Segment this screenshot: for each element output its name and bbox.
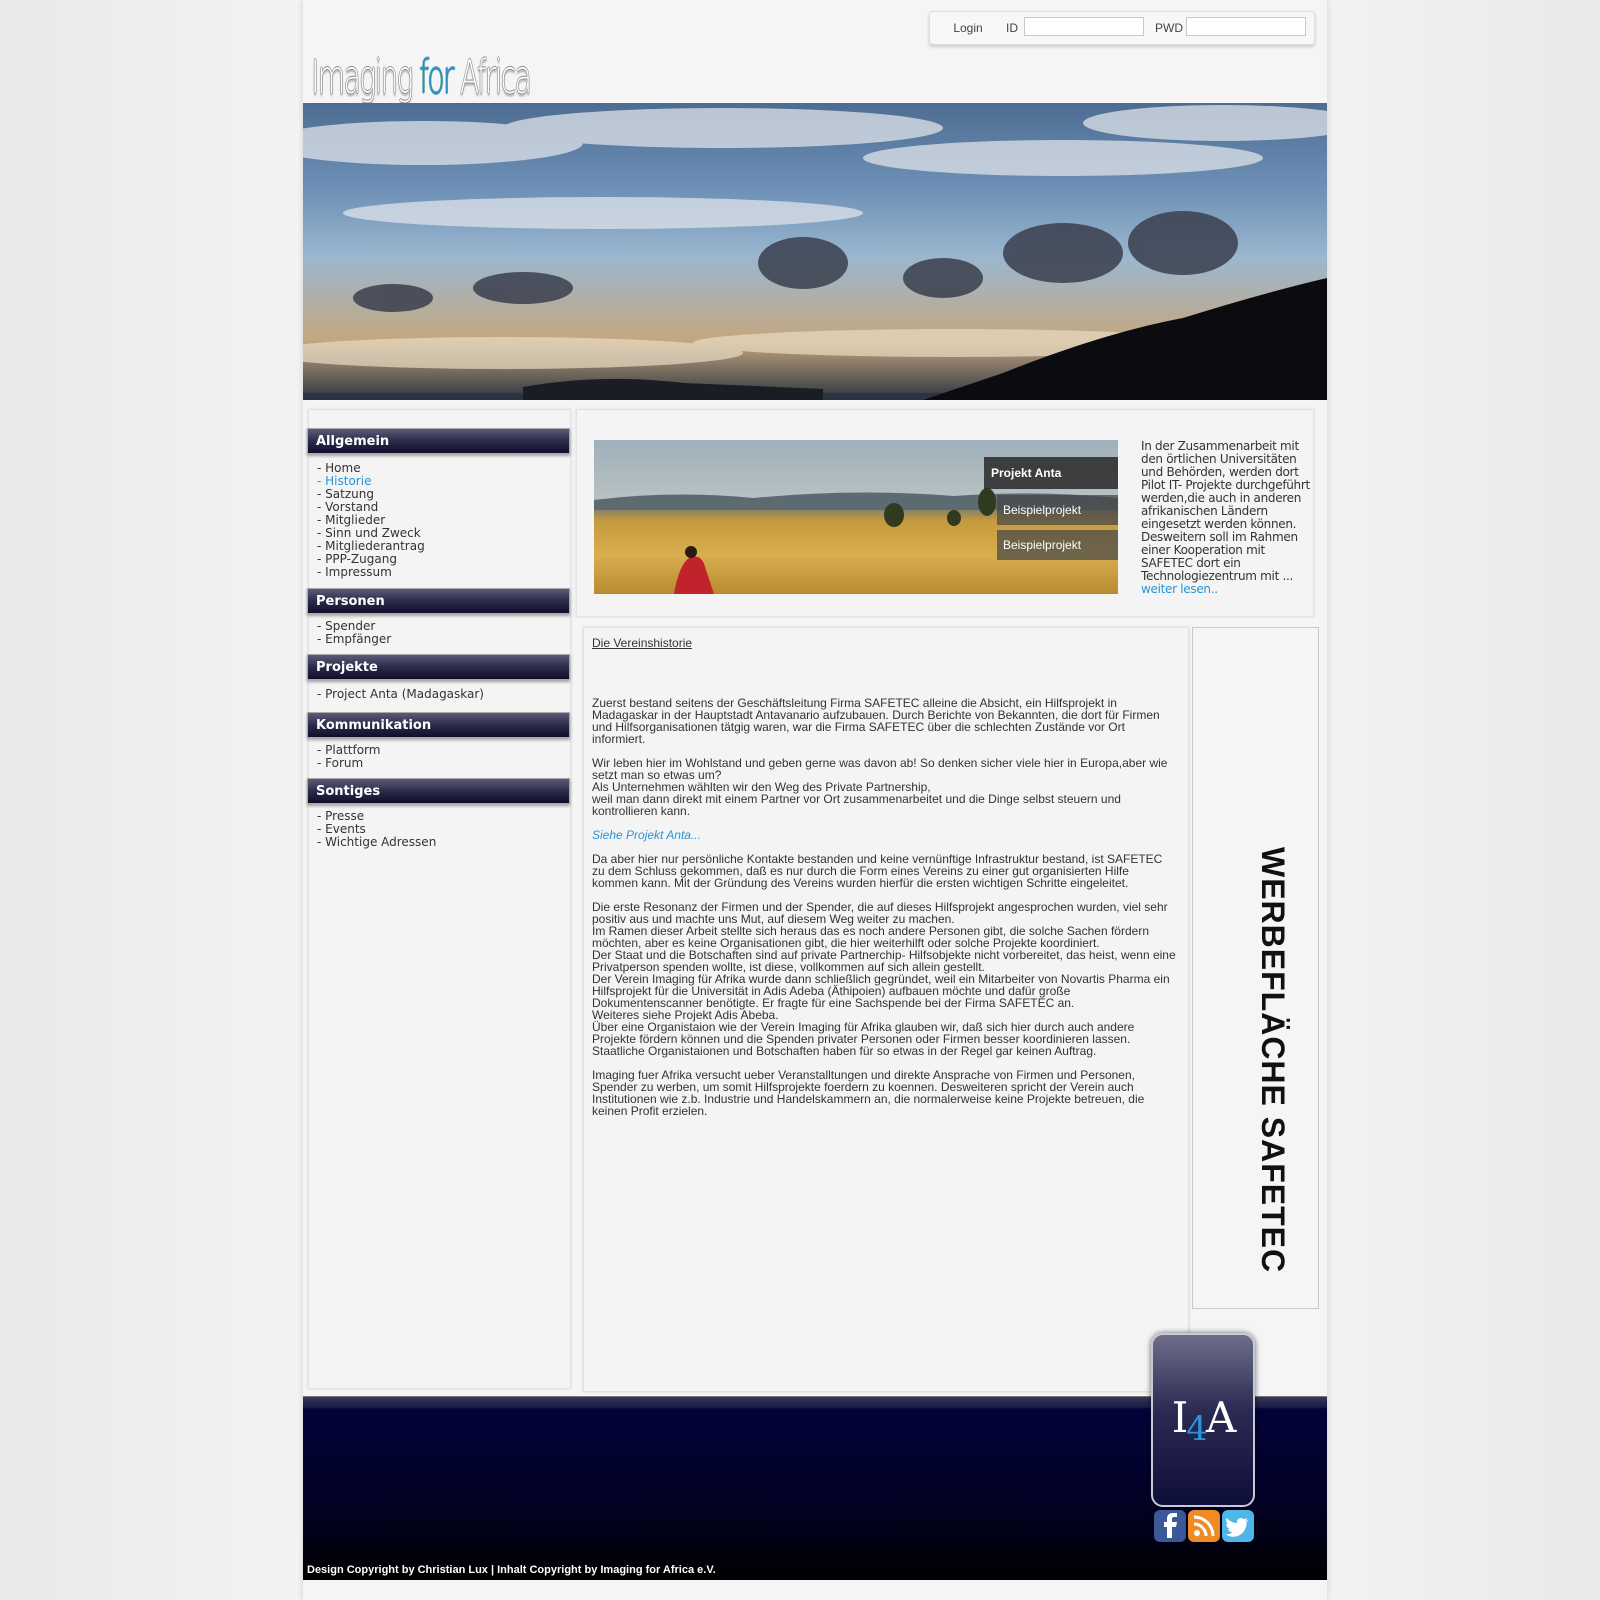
nav-list-sonstiges: - Presse - Events - Wichtige Adressen [317,810,436,849]
nav-section-kommunikation: Kommunikation [307,712,570,738]
pwd-label: PWD [1155,21,1183,35]
password-field[interactable] [1186,17,1306,36]
nav-item-forum[interactable]: - Forum [317,757,380,770]
article-body: Zuerst bestand seitens der Geschäftsleit… [592,697,1176,1129]
header-banner-image [303,103,1327,400]
facebook-icon[interactable] [1154,1510,1186,1542]
nav-list-kommunikation: - Plattform - Forum [317,744,380,770]
badge-letter-a: A [1205,1393,1236,1442]
paragraph-4: Die erste Resonanz der Firmen und der Sp… [592,901,1176,1057]
i4a-logo-badge: I4A [1151,1333,1255,1507]
ad-text: WERBEFLÄCHE SAFETEC [1255,847,1291,1274]
nav-list-projekte: - Project Anta (Madagaskar) [317,688,484,701]
nav-section-personen: Personen [307,588,570,614]
featured-project-panel: Projekt Anta Beispielprojekt Beispielpro… [576,409,1314,617]
login-box: Login ID PWD [929,11,1315,45]
id-label: ID [1006,21,1018,35]
featured-project-summary: In der Zusammenarbeit mit den örtlichen … [1141,440,1311,596]
featured-summary-text: In der Zusammenarbeit mit den örtlichen … [1141,439,1310,583]
nav-item-impressum[interactable]: - Impressum [317,566,425,579]
projekt-anta-link[interactable]: Siehe Projekt Anta... [592,828,701,842]
logo-text-africa: Africa [452,50,532,104]
paragraph-4-line-7: Staatliche Organistaionen und Botschafte… [592,1044,1097,1058]
tab-beispielprojekt-1[interactable]: Beispielprojekt [997,495,1118,525]
tab-beispielprojekt-2[interactable]: Beispielprojekt [997,530,1118,560]
nav-section-projekte: Projekte [307,654,570,680]
sidebar: Allgemein - Home - Historie - Satzung - … [307,409,571,1389]
paragraph-4-line-3: Der Staat und die Botschaften sind auf p… [592,948,1176,974]
nav-list-personen: - Spender - Empfänger [317,620,391,646]
paragraph-2-line-1: Wir leben hier im Wohlstand und geben ge… [592,756,1168,782]
page-title: Die Vereinshistorie [592,636,693,650]
id-field[interactable] [1024,17,1144,36]
paragraph-4-line-6: Über eine Organistaion wie der Verein Im… [592,1020,1135,1046]
badge-digit-4: 4 [1186,1409,1208,1449]
site-logo[interactable]: Imaging for Africa [311,50,532,104]
paragraph-2-line-3: weil man dann direkt mit einem Partner v… [592,792,1121,818]
i4a-logo-mark: I4A [1153,1393,1253,1449]
featured-project-image[interactable]: Projekt Anta Beispielprojekt Beispielpro… [594,440,1118,594]
nav-list-allgemein: - Home - Historie - Satzung - Vorstand -… [317,462,425,579]
advertisement-box[interactable]: WERBEFLÄCHE SAFETEC [1192,627,1319,1309]
logo-text-for: for [419,50,455,104]
nav-item-empfaenger[interactable]: - Empfänger [317,633,391,646]
paragraph-1: Zuerst bestand seitens der Geschäftsleit… [592,696,1160,746]
paragraph-3: Da aber hier nur persönliche Kontakte be… [592,852,1163,890]
read-more-link[interactable]: weiter lesen.. [1141,582,1218,596]
nav-section-sonstiges: Sontiges [307,778,570,804]
logo-text-imaging: Imaging [311,50,420,104]
rss-icon[interactable] [1188,1510,1220,1542]
page-container: Login ID PWD Imaging for Africa Allgemei… [303,0,1327,1600]
paragraph-4-line-1: Die erste Resonanz der Firmen und der Sp… [592,900,1168,926]
banner-landscape [303,105,1327,400]
nav-section-allgemein: Allgemein [307,428,570,454]
tab-projekt-anta[interactable]: Projekt Anta [984,457,1118,489]
paragraph-4-line-4: Der Verein Imaging für Afrika wurde dann… [592,972,1170,1010]
paragraph-4-line-2: Im Ramen dieser Arbeit stellte sich hera… [592,924,1149,950]
paragraph-2: Wir leben hier im Wohlstand und geben ge… [592,757,1176,817]
twitter-icon[interactable] [1222,1510,1254,1542]
login-button[interactable]: Login [950,21,986,35]
paragraph-5: Imaging fuer Afrika versucht ueber Veran… [592,1068,1145,1118]
nav-item-wichtige-adressen[interactable]: - Wichtige Adressen [317,836,436,849]
footer-copyright: Design Copyright by Christian Lux | Inha… [307,1564,716,1576]
main-content: Die Vereinshistorie Zuerst bestand seite… [583,627,1189,1392]
badge-letter-i: I [1171,1393,1189,1442]
nav-item-project-anta[interactable]: - Project Anta (Madagaskar) [317,688,484,701]
